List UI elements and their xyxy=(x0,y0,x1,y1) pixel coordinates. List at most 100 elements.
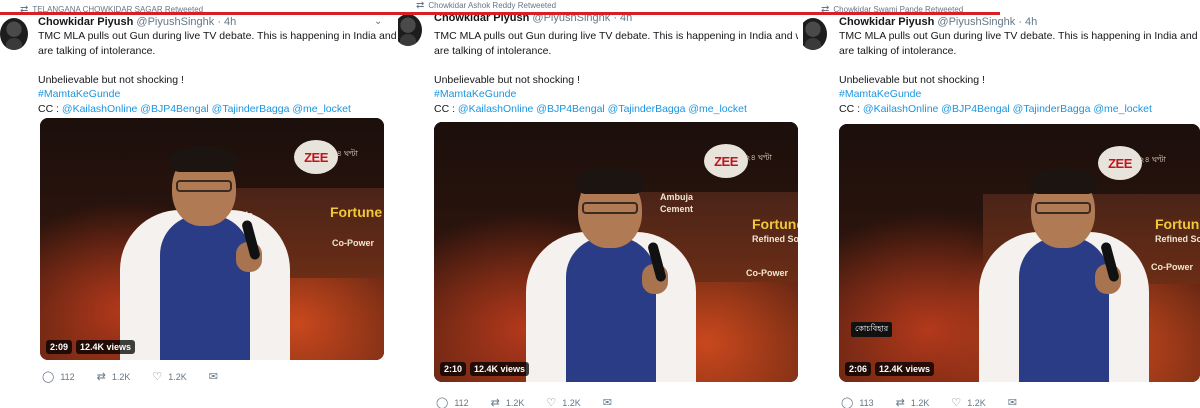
tweet-time[interactable]: · 4h xyxy=(1018,16,1037,28)
heart-icon: ♡ xyxy=(152,371,163,383)
tweet-card[interactable]: ⇄ Chowkidar Ashok Reddy Retweeted Chowki… xyxy=(398,0,798,408)
avatar[interactable] xyxy=(0,18,28,50)
like-count: 1.2K xyxy=(967,397,986,408)
retweet-button[interactable]: ⇄ 1.2K xyxy=(97,370,131,383)
retweet-context: ⇄ Chowkidar Ashok Reddy Retweeted xyxy=(416,0,556,11)
retweet-icon: ⇄ xyxy=(96,371,106,383)
reply-button[interactable]: ◯ 113 xyxy=(841,396,874,408)
retweet-count: 1.2K xyxy=(505,397,525,408)
mentions-link[interactable]: @KailashOnline @BJP4Bengal @TajinderBagg… xyxy=(458,103,747,115)
retweet-button[interactable]: ⇄ 1.2K xyxy=(491,396,525,408)
tweet-actions: ◯ 112 ⇄ 1.2K ♡ 1.2K ✉ xyxy=(42,370,240,383)
retweet-icon: ⇄ xyxy=(416,0,425,11)
tweet-text: TMC MLA pulls out Gun during live TV deb… xyxy=(434,29,798,116)
cc-label: CC : xyxy=(839,102,863,115)
tweet-line: Unbelievable but not shocking ! xyxy=(839,73,985,86)
tweet-card[interactable]: ⇄ TELANGANA CHOWKIDAR SAGAR Retweeted Ch… xyxy=(0,0,400,408)
reply-button[interactable]: ◯ 112 xyxy=(42,370,75,383)
video-duration: 2:10 xyxy=(440,362,467,376)
tweet-card[interactable]: ⇄ Chowkidar Swami Pande Retweeted Chowki… xyxy=(803,0,1200,408)
mail-icon: ✉ xyxy=(208,371,219,383)
location-caption: কোচবিহার xyxy=(851,322,893,337)
tweet-text: TMC MLA pulls out Gun during live TV deb… xyxy=(38,29,400,116)
reply-icon: ◯ xyxy=(436,397,449,408)
video-meta: 2:10 12.4K views xyxy=(440,362,530,376)
author-handle[interactable]: @PiyushSinghk xyxy=(937,16,1015,28)
tweet-line: are talking of intolerance. xyxy=(38,44,156,57)
cc-label: CC : xyxy=(38,102,62,115)
sponsor-label: Co-Power xyxy=(746,268,789,278)
speaker-figure xyxy=(526,168,696,382)
avatar[interactable] xyxy=(398,14,422,46)
video-duration: 2:06 xyxy=(845,362,872,376)
tweet-line: TMC MLA pulls out Gun during live TV deb… xyxy=(839,30,1200,42)
mentions-link[interactable]: @KailashOnline @BJP4Bengal @TajinderBagg… xyxy=(863,103,1152,115)
dm-button[interactable]: ✉ xyxy=(603,396,612,408)
author-name[interactable]: Chowkidar Piyush xyxy=(839,16,934,28)
retweet-count: 1.2K xyxy=(111,371,131,382)
tweet-actions: ◯ 113 ⇄ 1.2K ♡ 1.2K ✉ xyxy=(841,396,1039,408)
sponsor-label: Co-Power xyxy=(332,238,375,248)
channel-sub-label: ২৪ ঘণ্টা xyxy=(745,153,772,162)
red-divider-line xyxy=(0,12,1000,15)
tweet-line: TMC MLA pulls out Gun during live TV deb… xyxy=(38,30,400,42)
sponsor-label: Refined Soyab xyxy=(1155,234,1200,244)
sponsor-label: Fortune xyxy=(330,204,383,220)
sponsor-label: Fortune xyxy=(1155,216,1200,232)
tweet-header: Chowkidar Piyush @PiyushSinghk · 4h xyxy=(38,16,236,28)
video-player[interactable]: ZEE ২৪ ঘণ্টা Ambuja Fortune Co-Power 2:0… xyxy=(40,118,384,360)
cc-label: CC : xyxy=(434,102,458,115)
video-meta: 2:09 12.4K views xyxy=(46,340,136,354)
like-button[interactable]: ♡ 1.2K xyxy=(152,370,186,383)
tweet-line: are talking of intolerance. xyxy=(839,44,957,57)
reply-icon: ◯ xyxy=(841,397,854,408)
video-player[interactable]: ZEE ২৪ ঘণ্টা Fortune Refined Soyab Co-Po… xyxy=(839,124,1200,382)
channel-logo: ZEE xyxy=(704,144,748,178)
video-views: 12.4K views xyxy=(470,362,530,376)
channel-sub-label: ২৪ ঘণ্টা xyxy=(331,149,358,158)
video-duration: 2:09 xyxy=(46,340,73,354)
channel-sub-label: ২৪ ঘণ্টা xyxy=(1139,155,1166,164)
dm-button[interactable]: ✉ xyxy=(209,370,218,383)
reply-count: 113 xyxy=(859,397,874,408)
tweet-line: TMC MLA pulls out Gun during live TV deb… xyxy=(434,30,798,42)
mail-icon: ✉ xyxy=(602,397,613,408)
mail-icon: ✉ xyxy=(1007,397,1018,408)
tweet-line: Unbelievable but not shocking ! xyxy=(434,73,580,86)
tweet-line: are talking of intolerance. xyxy=(434,44,552,57)
tweet-line: Unbelievable but not shocking ! xyxy=(38,73,184,86)
hashtag-link[interactable]: #MamtaKeGunde xyxy=(434,88,516,100)
chevron-down-icon[interactable]: ⌄ xyxy=(374,16,382,27)
heart-icon: ♡ xyxy=(951,397,962,408)
retweet-icon: ⇄ xyxy=(895,397,905,408)
heart-icon: ♡ xyxy=(546,397,557,408)
tweet-text: TMC MLA pulls out Gun during live TV deb… xyxy=(839,29,1200,116)
sponsor-label: Refined Soyab xyxy=(752,234,798,244)
sponsor-label: Co-Power xyxy=(1151,262,1194,272)
video-player[interactable]: ZEE ২৪ ঘণ্টা Ambuja Cement Fortune Refin… xyxy=(434,122,798,382)
retweet-count: 1.2K xyxy=(910,397,930,408)
mentions-link[interactable]: @KailashOnline @BJP4Bengal @TajinderBagg… xyxy=(62,103,351,115)
dm-button[interactable]: ✉ xyxy=(1008,396,1017,408)
tweet-header: Chowkidar Piyush @PiyushSinghk · 4h xyxy=(839,16,1037,28)
avatar[interactable] xyxy=(803,18,827,50)
like-button[interactable]: ♡ 1.2K xyxy=(546,396,580,408)
like-count: 1.2K xyxy=(168,371,187,382)
author-handle[interactable]: @PiyushSinghk xyxy=(136,16,214,28)
like-button[interactable]: ♡ 1.2K xyxy=(951,396,985,408)
reply-count: 112 xyxy=(60,371,75,382)
reply-button[interactable]: ◯ 112 xyxy=(436,396,469,408)
hashtag-link[interactable]: #MamtaKeGunde xyxy=(839,88,921,100)
video-views: 12.4K views xyxy=(875,362,935,376)
author-name[interactable]: Chowkidar Piyush xyxy=(38,16,133,28)
reply-count: 112 xyxy=(454,397,469,408)
retweet-button[interactable]: ⇄ 1.2K xyxy=(896,396,930,408)
tweet-time[interactable]: · 4h xyxy=(217,16,236,28)
reply-icon: ◯ xyxy=(42,371,55,383)
tweet-actions: ◯ 112 ⇄ 1.2K ♡ 1.2K ✉ xyxy=(436,396,634,408)
hashtag-link[interactable]: #MamtaKeGunde xyxy=(38,88,120,100)
sponsor-label: Fortune xyxy=(752,216,798,232)
like-count: 1.2K xyxy=(562,397,581,408)
retweeted-by-label: Chowkidar Ashok Reddy Retweeted xyxy=(428,1,557,10)
video-views: 12.4K views xyxy=(76,340,136,354)
